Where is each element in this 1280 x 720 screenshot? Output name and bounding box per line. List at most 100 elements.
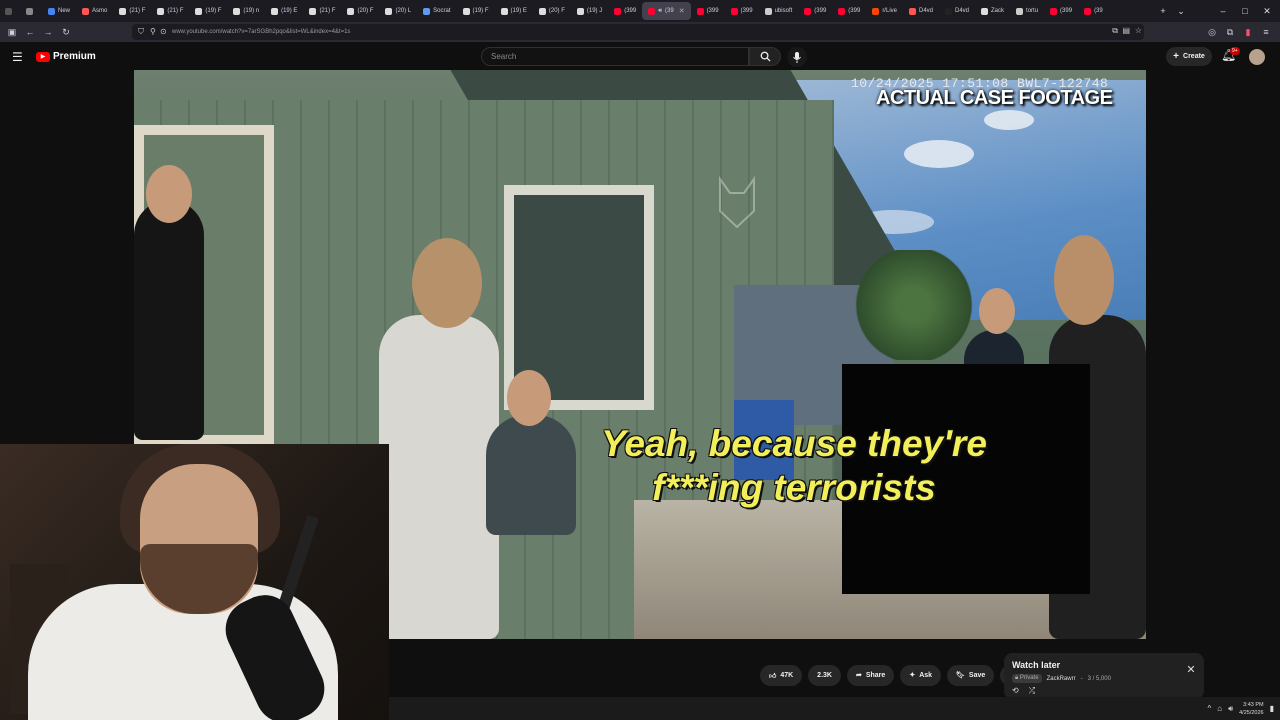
watch-later-title[interactable]: Watch later: [1012, 660, 1060, 670]
tab-close-icon[interactable]: ✕: [679, 7, 685, 15]
system-tray: ^ ⌂ 🔊︎ 3:43 PM 4/25/2026 ▮: [1207, 697, 1274, 720]
tab-favicon-icon: [82, 7, 90, 15]
url-text[interactable]: www.youtube.com/watch?v=7arSGBh2pqo&list…: [172, 29, 350, 35]
app-menu-icon[interactable]: ≡: [1258, 24, 1274, 40]
watch-later-panel[interactable]: Watch later 🔒︎ Private ZackRawrr - 3 / 5…: [1004, 653, 1204, 699]
tab-favicon-icon: [233, 7, 241, 15]
create-button[interactable]: + Create: [1166, 47, 1212, 66]
browser-tab[interactable]: r/Live: [866, 2, 903, 20]
address-bar[interactable]: ⛉ ⚲ ⊙ www.youtube.com/watch?v=7arSGBh2pq…: [132, 24, 1144, 40]
browser-tab[interactable]: (21) F: [113, 2, 151, 20]
browser-tab[interactable]: (19) F: [457, 2, 495, 20]
tab-audio-icon[interactable]: 🔊︎: [658, 8, 662, 15]
like-button[interactable]: 👍︎ 47K: [760, 664, 803, 686]
browser-tab[interactable]: (21) F: [151, 2, 189, 20]
video-palm-tree: [854, 250, 974, 360]
save-button[interactable]: 🔖︎ Save: [947, 664, 995, 686]
avatar[interactable]: [1249, 49, 1265, 65]
tab-list-dropdown-icon[interactable]: ⌄: [1170, 0, 1192, 22]
tab-label: (21) F: [167, 8, 184, 14]
bookmark-star-icon[interactable]: ☆: [1135, 26, 1142, 35]
browser-tab[interactable]: (19) E: [265, 2, 303, 20]
taskbar-clock[interactable]: 3:43 PM 4/25/2026: [1239, 701, 1263, 717]
reader-icon[interactable]: ▤: [1122, 26, 1130, 35]
tab-favicon-icon: [26, 7, 33, 15]
tab-favicon-icon: [614, 7, 622, 15]
search-input[interactable]: Search: [481, 47, 749, 66]
playlist-owner[interactable]: ZackRawrr: [1047, 676, 1076, 682]
tab-label: Socrat: [433, 8, 451, 14]
tab-favicon-icon: [908, 7, 916, 15]
search-button[interactable]: [749, 47, 781, 66]
ask-button[interactable]: ✦ Ask: [900, 664, 942, 686]
ublock-icon[interactable]: ▮: [1240, 24, 1256, 40]
lock-icon[interactable]: ⊙: [160, 27, 167, 36]
browser-tab[interactable]: (21) F: [303, 2, 341, 20]
close-icon[interactable]: ✕: [1185, 663, 1197, 676]
browser-tab[interactable]: (20) F: [341, 2, 379, 20]
tab-label: New: [58, 8, 71, 14]
window-close-button[interactable]: ✕: [1256, 0, 1278, 22]
video-person-left-head: [146, 165, 192, 223]
shuffle-icon[interactable]: ⤮: [1029, 686, 1035, 696]
browser-tab[interactable]: (399: [1044, 2, 1078, 20]
browser-tab[interactable]: (399: [798, 2, 832, 20]
streamer-webcam: [0, 444, 389, 720]
voice-search-button[interactable]: [787, 47, 807, 67]
browser-tab[interactable]: (399: [608, 2, 642, 20]
loop-icon[interactable]: ⟲: [1012, 686, 1019, 696]
browser-tab[interactable]: (399: [691, 2, 725, 20]
shield-icon[interactable]: ⛉: [138, 27, 144, 37]
browser-tab[interactable]: (20) F: [533, 2, 571, 20]
browser-tab-strip: New Asmo (21) F (21) F (19) F (19) n (19) E (21…: [0, 0, 1280, 22]
youtube-logo[interactable]: ▶ Premium: [36, 51, 96, 62]
tab-favicon-icon: [271, 7, 279, 15]
volume-icon[interactable]: 🔊︎: [1228, 704, 1233, 714]
forward-arrow-icon[interactable]: →: [40, 24, 56, 40]
browser-tab[interactable]: D4vd: [903, 2, 939, 20]
browser-tab[interactable]: (19) J: [571, 2, 608, 20]
tab-favicon-icon: [1050, 7, 1058, 15]
sidebar-toggle-icon[interactable]: ▣: [4, 24, 20, 40]
pip-icon[interactable]: ⧉: [1112, 26, 1118, 36]
permissions-icon[interactable]: ⚲: [150, 27, 156, 36]
tab-label: (399: [624, 8, 637, 14]
window-minimize-button[interactable]: –: [1212, 0, 1234, 22]
browser-tab[interactable]: (19) F: [189, 2, 227, 20]
tab-overview-icon[interactable]: [2, 2, 15, 20]
reload-icon[interactable]: ↻: [58, 24, 74, 40]
window-maximize-button[interactable]: □: [1234, 0, 1256, 22]
extensions-icon[interactable]: ⧉: [1222, 24, 1238, 40]
share-button[interactable]: ➦ Share: [846, 664, 895, 686]
browser-tab[interactable]: ubisoft: [759, 2, 799, 20]
account-icon[interactable]: ◎: [1204, 24, 1220, 40]
video-person-left: [134, 200, 204, 440]
share-arrow-icon: ➦: [855, 672, 862, 679]
notification-center-icon[interactable]: ▮: [1270, 704, 1274, 713]
guide-menu-icon[interactable]: ☰: [12, 50, 23, 64]
browser-tab[interactable]: [20, 2, 42, 20]
browser-tab[interactable]: Socrat: [417, 2, 456, 20]
dislike-button[interactable]: 2.3K: [808, 664, 841, 686]
browser-tab[interactable]: (19) n: [227, 2, 265, 20]
network-icon[interactable]: ⌂: [1217, 704, 1222, 713]
tab-label: (20) L: [395, 8, 412, 14]
browser-tab[interactable]: Asmo: [76, 2, 113, 20]
browser-tab[interactable]: (20) L: [379, 2, 417, 20]
browser-tab[interactable]: Zack: [975, 2, 1010, 20]
tray-chevron-icon[interactable]: ^: [1207, 704, 1211, 713]
plus-icon: +: [1173, 51, 1180, 62]
browser-tab[interactable]: 🔊︎ (39 ✕: [642, 2, 691, 20]
youtube-header: ☰ ▶ Premium Search + Create 🔔︎ 9+: [0, 42, 1280, 70]
browser-tab[interactable]: tortu: [1010, 2, 1044, 20]
browser-tab[interactable]: (19) E: [495, 2, 533, 20]
browser-tab[interactable]: (399: [832, 2, 866, 20]
browser-tab[interactable]: (399: [725, 2, 759, 20]
tab-label: (19) E: [281, 8, 298, 14]
tab-favicon-icon: [576, 7, 584, 15]
browser-tab[interactable]: D4vd: [939, 2, 975, 20]
back-arrow-icon[interactable]: ←: [22, 24, 38, 40]
browser-tab[interactable]: (39: [1078, 2, 1109, 20]
browser-tab[interactable]: New: [42, 2, 76, 20]
video-overlay-caption: ACTUAL CASE FOOTAGE: [876, 87, 1113, 109]
